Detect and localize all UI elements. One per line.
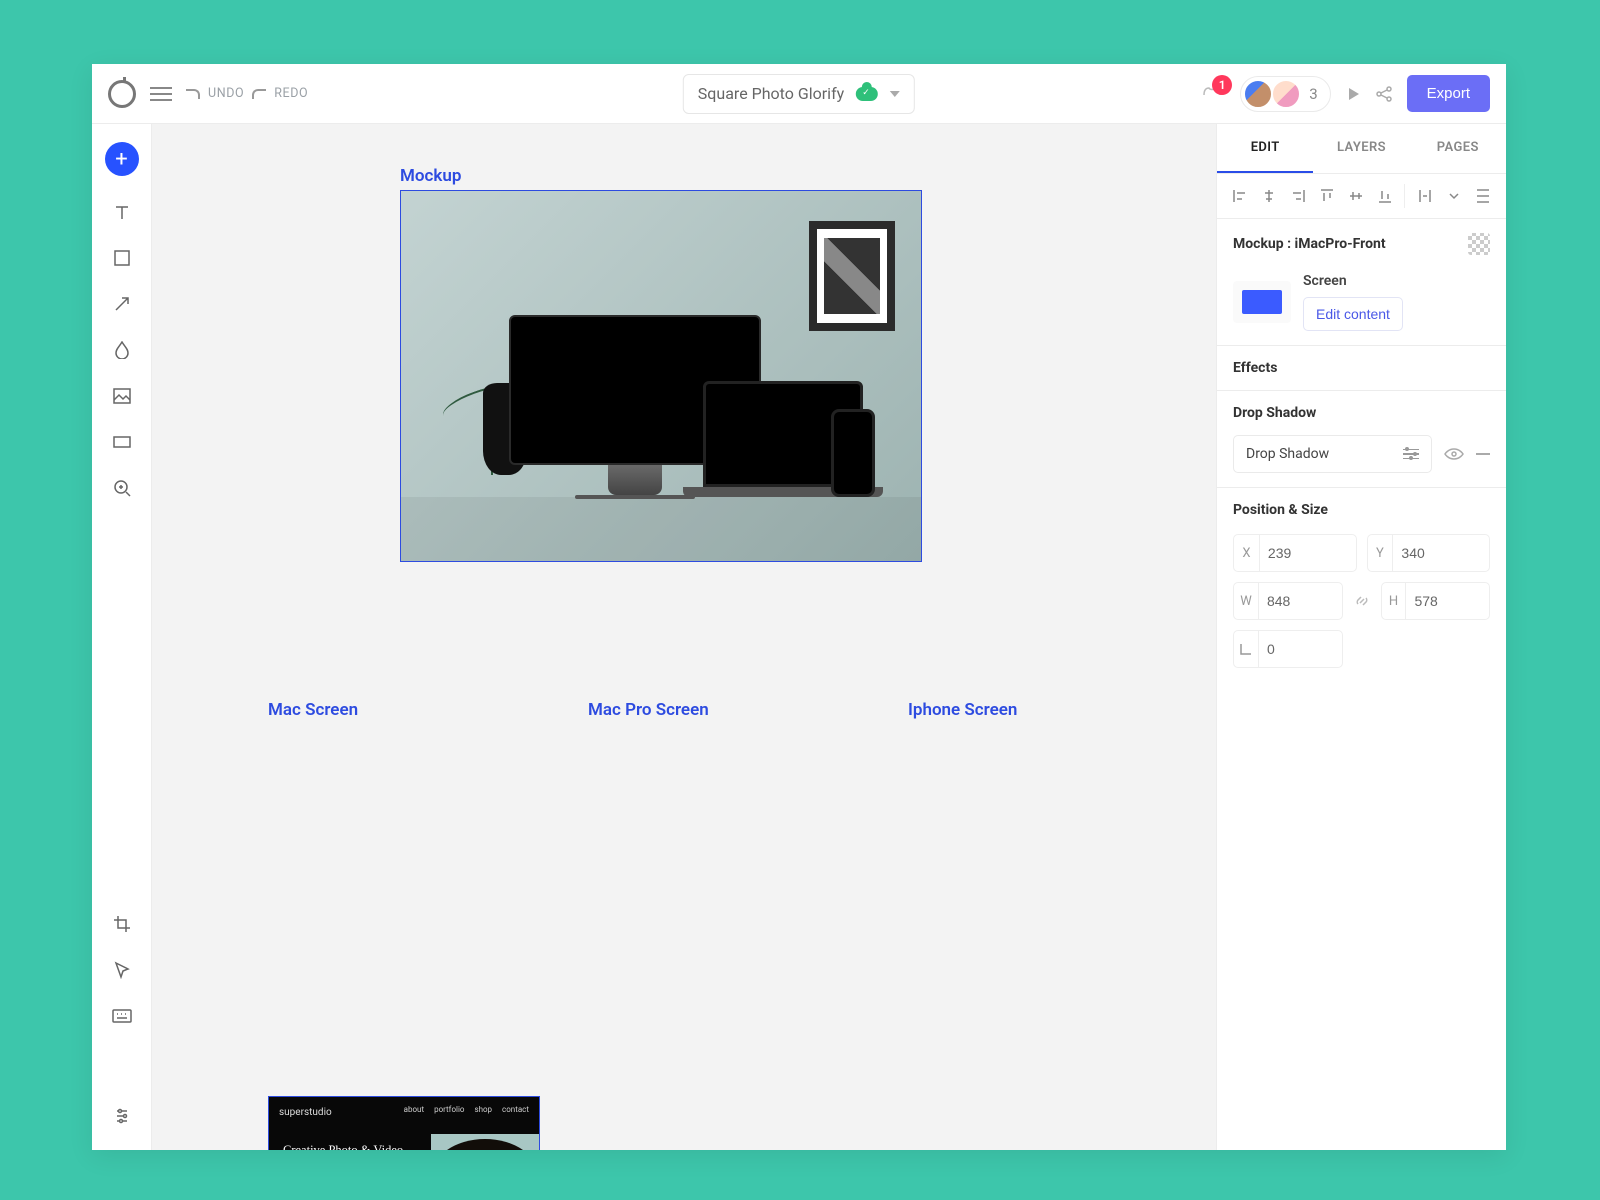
link-icon[interactable] xyxy=(1351,590,1373,612)
cloud-sync-icon xyxy=(856,87,878,101)
undo-button[interactable]: UNDO xyxy=(208,86,244,101)
selection-title: Mockup : iMacPro-Front xyxy=(1233,236,1386,252)
image-tool[interactable] xyxy=(112,386,132,406)
zoom-tool[interactable] xyxy=(112,478,132,498)
rotation-input[interactable] xyxy=(1259,641,1342,657)
drop-tool[interactable] xyxy=(112,340,132,360)
app-logo xyxy=(108,80,136,108)
w-input[interactable] xyxy=(1259,593,1342,609)
y-input[interactable] xyxy=(1393,545,1489,561)
canvas[interactable]: Mockup Mac Screen superstudio aboutportf… xyxy=(152,124,1216,1150)
transparency-icon[interactable] xyxy=(1468,233,1490,255)
crop-tool[interactable] xyxy=(112,914,132,934)
share-icon[interactable] xyxy=(1375,85,1393,103)
wall-frame xyxy=(809,221,895,331)
avatar xyxy=(1243,79,1273,109)
remove-icon[interactable] xyxy=(1476,453,1490,455)
rotation-icon xyxy=(1234,631,1259,667)
notification-badge: 1 xyxy=(1212,75,1232,95)
select-tool[interactable] xyxy=(112,960,132,980)
panel-tabs: EDIT LAYERS PAGES xyxy=(1217,124,1506,174)
topbar: UNDO REDO Square Photo Glorify 1 3 Expor… xyxy=(92,64,1506,124)
play-icon[interactable] xyxy=(1345,86,1361,102)
artboard-mockup[interactable] xyxy=(400,190,922,562)
chevron-down-icon xyxy=(890,91,900,97)
arrow-tool[interactable] xyxy=(112,294,132,314)
export-button[interactable]: Export xyxy=(1407,75,1490,112)
rect-tool[interactable] xyxy=(112,248,132,268)
x-input[interactable] xyxy=(1260,545,1356,561)
tab-layers[interactable]: LAYERS xyxy=(1313,124,1409,173)
project-selector[interactable]: Square Photo Glorify xyxy=(683,74,915,114)
align-bottom-icon[interactable] xyxy=(1373,184,1396,208)
effects-heading: Effects xyxy=(1233,360,1277,376)
phone-device xyxy=(831,409,875,497)
align-right-icon[interactable] xyxy=(1287,184,1310,208)
position-size-heading: Position & Size xyxy=(1233,502,1490,518)
align-center-h-icon[interactable] xyxy=(1258,184,1281,208)
redo-icon xyxy=(252,89,266,99)
drop-shadow-heading: Drop Shadow xyxy=(1233,405,1490,421)
tab-pages[interactable]: PAGES xyxy=(1410,124,1506,173)
text-tool[interactable] xyxy=(112,202,132,222)
edit-content-button[interactable]: Edit content xyxy=(1303,297,1403,331)
collaborators-pill[interactable]: 3 xyxy=(1240,76,1330,112)
align-toolbar xyxy=(1217,174,1506,219)
align-left-icon[interactable] xyxy=(1229,184,1252,208)
x-field[interactable]: X xyxy=(1233,534,1357,572)
h-field[interactable]: H xyxy=(1381,582,1491,620)
more-icon[interactable] xyxy=(1471,184,1494,208)
side-panel: EDIT LAYERS PAGES Mockup : iMacPro-Front xyxy=(1216,124,1506,1150)
screen-thumbnail xyxy=(1233,281,1291,323)
artboard-label-mockup[interactable]: Mockup xyxy=(400,166,461,186)
redo-button[interactable]: REDO xyxy=(274,86,308,101)
screen-label: Screen xyxy=(1303,273,1403,289)
align-top-icon[interactable] xyxy=(1316,184,1339,208)
artboard-label-mac[interactable]: Mac Screen xyxy=(268,700,358,720)
settings-tool[interactable] xyxy=(112,1106,132,1126)
drop-shadow-chip[interactable]: Drop Shadow xyxy=(1233,435,1432,473)
w-field[interactable]: W xyxy=(1233,582,1343,620)
align-center-v-icon[interactable] xyxy=(1345,184,1368,208)
frame-tool[interactable] xyxy=(112,432,132,452)
sliders-icon xyxy=(1403,449,1419,460)
notifications-button[interactable]: 1 xyxy=(1200,81,1226,107)
artboard-label-iphone[interactable]: Iphone Screen xyxy=(908,700,1017,720)
artboard-label-macpro[interactable]: Mac Pro Screen xyxy=(588,700,709,720)
left-toolbar: + xyxy=(92,124,152,1150)
chevron-down-icon[interactable] xyxy=(1442,184,1465,208)
artboard-mac[interactable]: superstudio aboutportfolioshopcontact Cr… xyxy=(268,1096,540,1150)
tab-edit[interactable]: EDIT xyxy=(1217,124,1313,173)
y-field[interactable]: Y xyxy=(1367,534,1491,572)
menu-button[interactable] xyxy=(150,87,172,101)
project-name: Square Photo Glorify xyxy=(698,84,844,103)
undo-icon xyxy=(186,89,200,99)
avatar xyxy=(1271,79,1301,109)
add-button[interactable]: + xyxy=(105,142,139,176)
avatar-count: 3 xyxy=(1309,85,1317,103)
visibility-icon[interactable] xyxy=(1444,447,1464,461)
rotation-field[interactable] xyxy=(1233,630,1343,668)
h-input[interactable] xyxy=(1406,593,1489,609)
keyboard-tool[interactable] xyxy=(112,1006,132,1026)
distribute-v-icon[interactable] xyxy=(1413,184,1436,208)
